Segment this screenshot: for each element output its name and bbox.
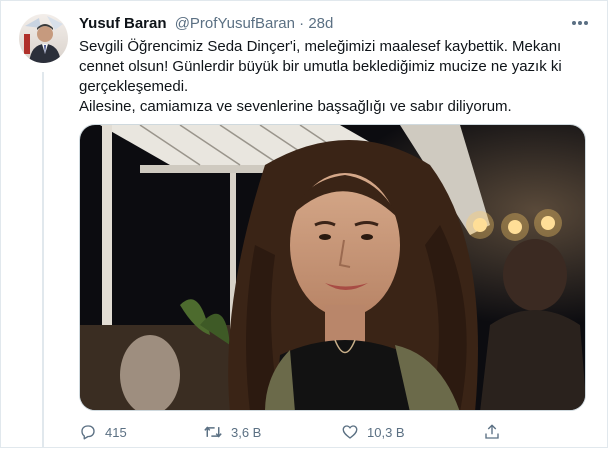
author-handle[interactable]: @ProfYusufBaran <box>175 15 295 32</box>
reply-icon <box>81 425 95 440</box>
tweet-timestamp[interactable]: 28d <box>308 15 333 32</box>
share-button[interactable] <box>483 420 501 444</box>
thread-line <box>42 72 44 448</box>
like-count: 10,3 B <box>367 424 405 440</box>
avatar[interactable] <box>19 14 68 63</box>
tweet-paragraph: Sevgili Öğrencimiz Seda Dinçer'i, meleği… <box>79 38 562 95</box>
header-separator: · <box>299 15 305 32</box>
reply-button[interactable]: 415 <box>79 420 127 444</box>
tweet-photo[interactable] <box>79 124 586 411</box>
retweet-icon <box>204 426 222 438</box>
heart-icon <box>342 425 358 439</box>
like-button[interactable]: 10,3 B <box>341 420 405 444</box>
share-icon <box>485 424 499 439</box>
tweet-paragraph: Ailesine, camiamıza ve sevenlerine başsa… <box>79 98 512 115</box>
tweet-header: Yusuf Baran @ProfYusufBaran · 28d <box>79 14 333 34</box>
retweet-count: 3,6 B <box>231 424 262 440</box>
retweet-button[interactable]: 3,6 B <box>203 420 261 444</box>
author-name[interactable]: Yusuf Baran <box>79 15 167 32</box>
tweet-actions: 415 3,6 B 10,3 B <box>79 420 509 444</box>
more-options-button[interactable] <box>568 12 592 34</box>
more-dots-icon <box>572 21 588 25</box>
reply-count: 415 <box>105 424 127 440</box>
tweet-text: Sevgili Öğrencimiz Seda Dinçer'i, meleği… <box>79 37 584 117</box>
